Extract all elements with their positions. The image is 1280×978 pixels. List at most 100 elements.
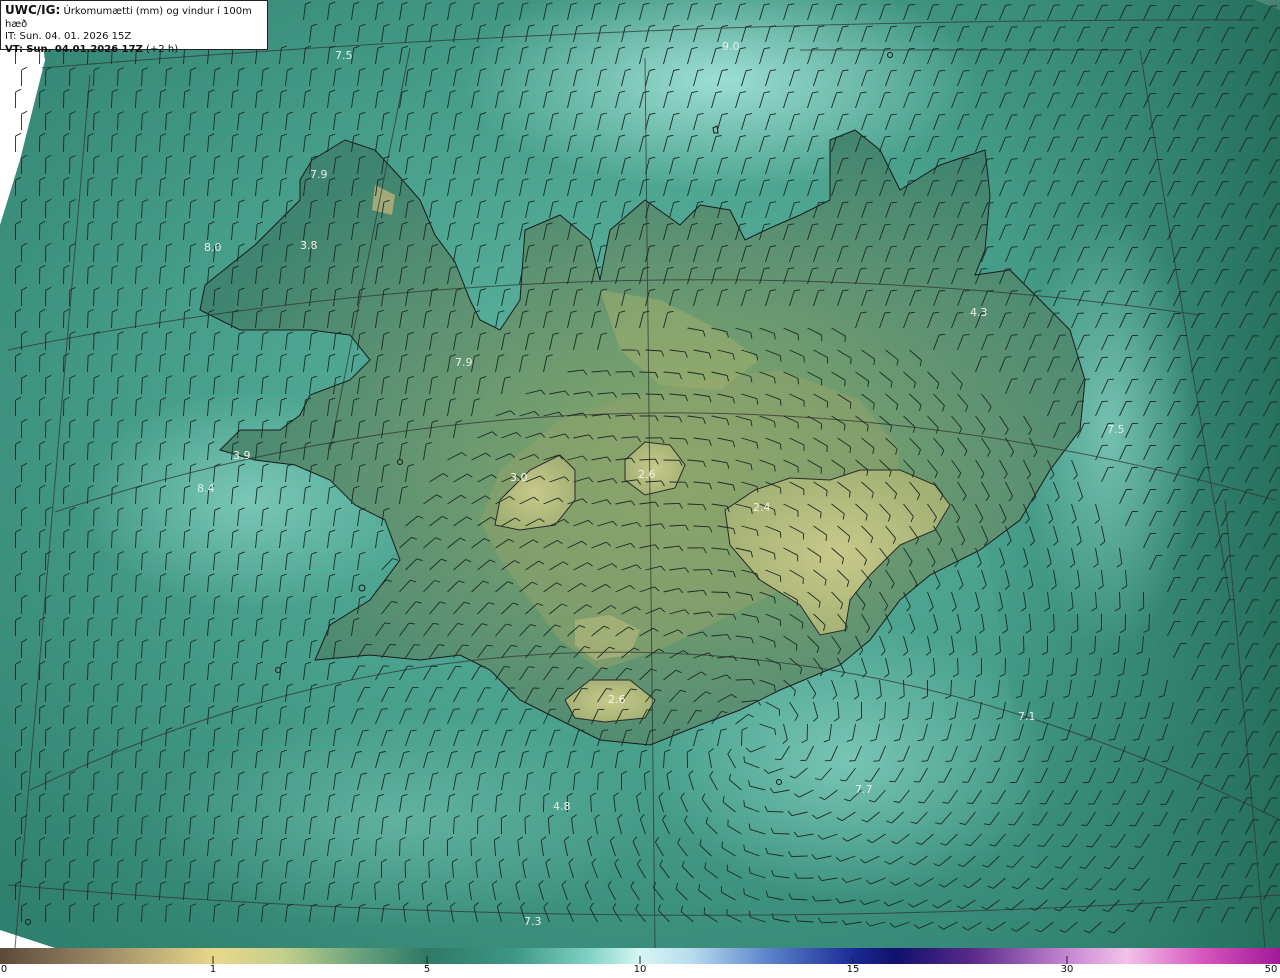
colorbar [0, 948, 1280, 964]
wind-barb-feather [987, 70, 994, 72]
value-label: 7.1 [1018, 710, 1036, 723]
wind-barb-icon [711, 591, 728, 593]
wind-barb-icon [93, 729, 95, 747]
value-label: 4.8 [553, 800, 571, 813]
forecast-info-box: UWC/IG: Úrkomumætti (mm) og vindur í 100… [0, 0, 268, 55]
colorbar-tick: 50 [1264, 964, 1278, 975]
wind-barb-feather [479, 665, 486, 668]
wind-barb-feather [1011, 202, 1018, 204]
wind-barb-feather [381, 708, 388, 710]
wind-barb-feather [963, 202, 970, 204]
wind-barb-icon [791, 855, 808, 858]
wind-barb-feather [389, 644, 397, 646]
value-label: 3.8 [300, 239, 318, 252]
wind-barb-icon [87, 531, 89, 549]
wind-barb-icon [93, 289, 95, 307]
wind-barb-icon [87, 135, 89, 153]
wind-barb-feather [1011, 26, 1018, 28]
wind-barb-feather [1005, 312, 1012, 314]
value-label: 3.9 [233, 449, 251, 462]
wind-barb-feather [703, 907, 706, 914]
wind-barb-icon [735, 678, 752, 681]
wind-barb-feather [963, 290, 970, 292]
wind-barb-icon [87, 355, 89, 373]
wind-barb-icon [93, 861, 95, 879]
wind-barb-feather [933, 3, 940, 6]
wind-barb-feather [1005, 268, 1012, 270]
value-label: 8.4 [197, 482, 215, 495]
wind-barb-feather [1017, 760, 1024, 762]
wind-barb-feather [779, 399, 782, 406]
wind-barb-feather [939, 333, 946, 336]
wind-barb-icon [93, 773, 95, 791]
wind-barb-feather [933, 91, 940, 94]
wind-barb-feather [844, 380, 846, 387]
wind-barb-icon [87, 179, 89, 197]
wind-barb-feather [981, 180, 988, 182]
wind-barb-icon [741, 729, 743, 747]
issue-time: IT: Sun. 04. 01. 2026 15Z [5, 31, 132, 42]
value-label: 2.6 [638, 468, 656, 481]
valid-time-line: VT: Sun. 04.01.2026 17Z (+2 h) [5, 44, 263, 57]
wind-barb-feather [1035, 246, 1042, 248]
wind-barb-feather [1005, 356, 1012, 358]
wind-barb-feather [721, 841, 723, 848]
wind-barb-feather [1011, 114, 1018, 116]
wind-barb-feather [1035, 70, 1042, 72]
wind-barb-feather [939, 25, 946, 28]
wind-barb-icon [93, 597, 95, 615]
title-line: UWC/IG: Úrkomumætti (mm) og vindur í 100… [5, 4, 263, 31]
wind-barb-icon [93, 553, 95, 571]
value-label: 7.9 [310, 168, 328, 181]
wind-barb-icon [767, 810, 784, 813]
value-label: 7.7 [855, 783, 873, 796]
value-label: 8.0 [204, 241, 222, 254]
wind-barb-feather [779, 575, 782, 582]
wind-barb-feather [21, 110, 28, 115]
wind-barb-feather [1005, 4, 1012, 6]
wind-barb-icon [1148, 613, 1150, 631]
wind-barb-icon [93, 509, 95, 527]
value-label: 7.5 [1107, 423, 1125, 436]
forecast-map: 7.5 9.0 7.9 8.0 3.8 7.9 3.9 8.4 3.0 2.6 … [0, 0, 1280, 948]
wind-barb-feather [1011, 334, 1018, 336]
wind-barb-icon [87, 751, 89, 769]
wind-barb-icon [1119, 591, 1121, 609]
wind-barb-feather [987, 26, 994, 28]
model-name: UWC/IG: [5, 3, 61, 17]
wind-barb-feather [981, 268, 988, 270]
wind-barb-feather [15, 88, 22, 93]
wind-barb-icon [93, 113, 95, 131]
wind-barb-icon [399, 839, 401, 857]
value-label: 2.4 [753, 501, 771, 514]
wind-barb-icon [524, 817, 526, 835]
colorbar-tick: 10 [633, 964, 647, 975]
wind-barb-icon [93, 421, 95, 439]
wind-barb-icon [663, 502, 680, 505]
value-label: 7.9 [455, 356, 473, 369]
wind-barb-icon [93, 157, 95, 175]
wind-barb-feather [801, 622, 804, 629]
wind-barb-feather [981, 224, 988, 226]
wind-barb-icon [87, 839, 89, 857]
wind-barb-feather [957, 268, 964, 270]
wind-barb-feather [1011, 158, 1018, 160]
wind-barb-feather [1035, 378, 1042, 380]
wind-barb-feather [1035, 114, 1042, 116]
wind-barb-feather [779, 487, 782, 494]
wind-barb-icon [1070, 635, 1072, 653]
wind-barb-icon [93, 377, 95, 395]
wind-barb-icon [87, 575, 89, 593]
wind-barb-feather [939, 245, 946, 248]
wind-barb-feather [957, 312, 964, 314]
wind-barb-feather [987, 202, 994, 204]
wind-barb-feather [820, 512, 822, 519]
wind-barb-feather [1035, 202, 1042, 204]
wind-barb-feather [945, 760, 952, 762]
wind-barb-feather [1035, 290, 1042, 292]
wind-barb-icon [87, 619, 89, 637]
wind-barb-icon [93, 905, 95, 923]
wind-barb-icon [93, 685, 95, 703]
wind-barb-feather [939, 69, 946, 72]
wind-barb-feather [779, 443, 782, 450]
